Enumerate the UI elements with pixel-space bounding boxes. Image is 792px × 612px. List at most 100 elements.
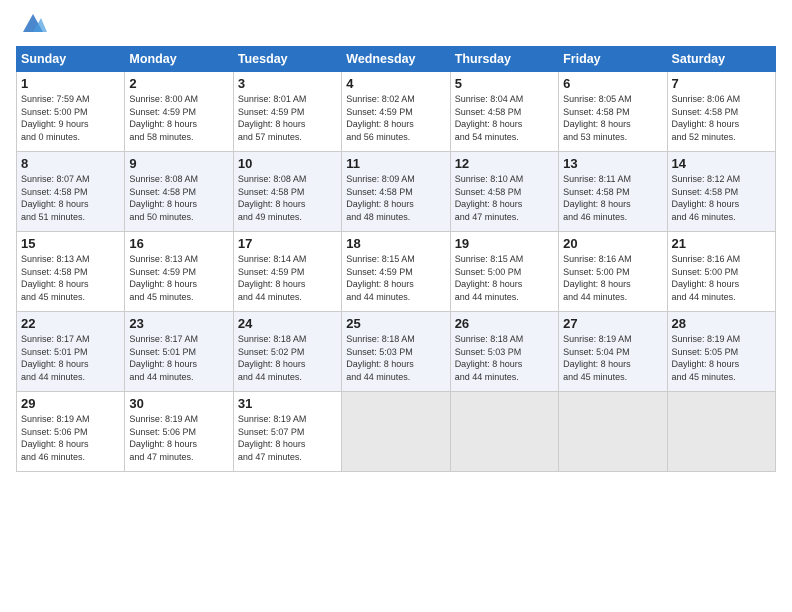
calendar-cell: 20 Sunrise: 8:16 AMSunset: 5:00 PMDayligh… <box>559 232 667 312</box>
calendar-cell <box>667 392 775 472</box>
day-info: Sunrise: 8:02 AMSunset: 4:59 PMDaylight:… <box>346 93 445 143</box>
day-info: Sunrise: 8:09 AMSunset: 4:58 PMDaylight:… <box>346 173 445 223</box>
day-number: 7 <box>672 76 771 91</box>
day-info: Sunrise: 8:07 AMSunset: 4:58 PMDaylight:… <box>21 173 120 223</box>
calendar-cell: 10 Sunrise: 8:08 AMSunset: 4:58 PMDayligh… <box>233 152 341 232</box>
main-container: SundayMondayTuesdayWednesdayThursdayFrid… <box>0 0 792 482</box>
day-info: Sunrise: 8:15 AMSunset: 4:59 PMDaylight:… <box>346 253 445 303</box>
day-info: Sunrise: 8:13 AMSunset: 4:58 PMDaylight:… <box>21 253 120 303</box>
calendar-cell: 8Sunrise: 8:07 AMSunset: 4:58 PMDaylight… <box>17 152 125 232</box>
header-cell-friday: Friday <box>559 47 667 72</box>
calendar-header-row: SundayMondayTuesdayWednesdayThursdayFrid… <box>17 47 776 72</box>
logo-icon <box>19 10 47 38</box>
day-number: 28 <box>672 316 771 331</box>
day-info: Sunrise: 8:19 AMSunset: 5:06 PMDaylight:… <box>21 413 120 463</box>
calendar-cell: 17 Sunrise: 8:14 AMSunset: 4:59 PMDayligh… <box>233 232 341 312</box>
day-number: 31 <box>238 396 337 411</box>
day-info: Sunrise: 8:13 AMSunset: 4:59 PMDaylight:… <box>129 253 228 303</box>
day-number: 3 <box>238 76 337 91</box>
day-info: Sunrise: 8:17 AMSunset: 5:01 PMDaylight:… <box>21 333 120 383</box>
logo <box>16 10 47 38</box>
day-number: 29 <box>21 396 120 411</box>
day-info: Sunrise: 8:14 AMSunset: 4:59 PMDaylight:… <box>238 253 337 303</box>
calendar-cell: 27 Sunrise: 8:19 AMSunset: 5:04 PMDayligh… <box>559 312 667 392</box>
day-info: Sunrise: 8:01 AMSunset: 4:59 PMDaylight:… <box>238 93 337 143</box>
day-info: Sunrise: 8:17 AMSunset: 5:01 PMDaylight:… <box>129 333 228 383</box>
day-info: Sunrise: 8:06 AMSunset: 4:58 PMDaylight:… <box>672 93 771 143</box>
header-cell-monday: Monday <box>125 47 233 72</box>
day-info: Sunrise: 8:16 AMSunset: 5:00 PMDaylight:… <box>672 253 771 303</box>
day-info: Sunrise: 8:19 AMSunset: 5:04 PMDaylight:… <box>563 333 662 383</box>
day-number: 16 <box>129 236 228 251</box>
day-number: 13 <box>563 156 662 171</box>
calendar-cell: 30Sunrise: 8:19 AMSunset: 5:06 PMDayligh… <box>125 392 233 472</box>
calendar-week-row: 15 Sunrise: 8:13 AMSunset: 4:58 PMDayligh… <box>17 232 776 312</box>
header-cell-sunday: Sunday <box>17 47 125 72</box>
calendar-cell: 23 Sunrise: 8:17 AMSunset: 5:01 PMDayligh… <box>125 312 233 392</box>
header-cell-tuesday: Tuesday <box>233 47 341 72</box>
calendar-cell: 15 Sunrise: 8:13 AMSunset: 4:58 PMDayligh… <box>17 232 125 312</box>
calendar-cell: 26Sunrise: 8:18 AMSunset: 5:03 PMDayligh… <box>450 312 558 392</box>
day-number: 27 <box>563 316 662 331</box>
calendar-cell: 16 Sunrise: 8:13 AMSunset: 4:59 PMDayligh… <box>125 232 233 312</box>
calendar-week-row: 29 Sunrise: 8:19 AMSunset: 5:06 PMDayligh… <box>17 392 776 472</box>
calendar-cell: 25Sunrise: 8:18 AMSunset: 5:03 PMDayligh… <box>342 312 450 392</box>
calendar-cell: 19Sunrise: 8:15 AMSunset: 5:00 PMDayligh… <box>450 232 558 312</box>
day-number: 4 <box>346 76 445 91</box>
day-info: Sunrise: 8:18 AMSunset: 5:02 PMDaylight:… <box>238 333 337 383</box>
day-info: Sunrise: 8:08 AMSunset: 4:58 PMDaylight:… <box>238 173 337 223</box>
day-number: 10 <box>238 156 337 171</box>
header-cell-thursday: Thursday <box>450 47 558 72</box>
day-number: 20 <box>563 236 662 251</box>
day-number: 17 <box>238 236 337 251</box>
day-info: Sunrise: 8:08 AMSunset: 4:58 PMDaylight:… <box>129 173 228 223</box>
calendar-body: 1Sunrise: 7:59 AMSunset: 5:00 PMDaylight… <box>17 72 776 472</box>
calendar-cell: 7 Sunrise: 8:06 AMSunset: 4:58 PMDaylight… <box>667 72 775 152</box>
day-info: Sunrise: 8:04 AMSunset: 4:58 PMDaylight:… <box>455 93 554 143</box>
day-number: 11 <box>346 156 445 171</box>
day-number: 18 <box>346 236 445 251</box>
day-info: Sunrise: 7:59 AMSunset: 5:00 PMDaylight:… <box>21 93 120 143</box>
day-number: 5 <box>455 76 554 91</box>
calendar-week-row: 8Sunrise: 8:07 AMSunset: 4:58 PMDaylight… <box>17 152 776 232</box>
calendar-cell: 28 Sunrise: 8:19 AMSunset: 5:05 PMDayligh… <box>667 312 775 392</box>
calendar-cell: 5 Sunrise: 8:04 AMSunset: 4:58 PMDaylight… <box>450 72 558 152</box>
day-info: Sunrise: 8:00 AMSunset: 4:59 PMDaylight:… <box>129 93 228 143</box>
day-number: 14 <box>672 156 771 171</box>
day-number: 15 <box>21 236 120 251</box>
calendar-cell: 13 Sunrise: 8:11 AMSunset: 4:58 PMDayligh… <box>559 152 667 232</box>
day-info: Sunrise: 8:16 AMSunset: 5:00 PMDaylight:… <box>563 253 662 303</box>
day-number: 23 <box>129 316 228 331</box>
header-cell-saturday: Saturday <box>667 47 775 72</box>
day-number: 6 <box>563 76 662 91</box>
calendar-cell: 6Sunrise: 8:05 AMSunset: 4:58 PMDaylight… <box>559 72 667 152</box>
calendar-cell: 31Sunrise: 8:19 AMSunset: 5:07 PMDayligh… <box>233 392 341 472</box>
calendar-cell: 1Sunrise: 7:59 AMSunset: 5:00 PMDaylight… <box>17 72 125 152</box>
calendar-cell: 29 Sunrise: 8:19 AMSunset: 5:06 PMDayligh… <box>17 392 125 472</box>
calendar-week-row: 22 Sunrise: 8:17 AMSunset: 5:01 PMDayligh… <box>17 312 776 392</box>
calendar-cell <box>342 392 450 472</box>
calendar-cell: 22 Sunrise: 8:17 AMSunset: 5:01 PMDayligh… <box>17 312 125 392</box>
calendar-cell: 21Sunrise: 8:16 AMSunset: 5:00 PMDayligh… <box>667 232 775 312</box>
day-info: Sunrise: 8:19 AMSunset: 5:05 PMDaylight:… <box>672 333 771 383</box>
day-info: Sunrise: 8:11 AMSunset: 4:58 PMDaylight:… <box>563 173 662 223</box>
calendar-table: SundayMondayTuesdayWednesdayThursdayFrid… <box>16 46 776 472</box>
calendar-cell: 18 Sunrise: 8:15 AMSunset: 4:59 PMDayligh… <box>342 232 450 312</box>
calendar-cell: 11 Sunrise: 8:09 AMSunset: 4:58 PMDayligh… <box>342 152 450 232</box>
header <box>16 10 776 38</box>
day-info: Sunrise: 8:18 AMSunset: 5:03 PMDaylight:… <box>455 333 554 383</box>
calendar-cell: 2Sunrise: 8:00 AMSunset: 4:59 PMDaylight… <box>125 72 233 152</box>
calendar-cell <box>450 392 558 472</box>
day-number: 12 <box>455 156 554 171</box>
day-info: Sunrise: 8:15 AMSunset: 5:00 PMDaylight:… <box>455 253 554 303</box>
day-number: 24 <box>238 316 337 331</box>
calendar-cell: 12 Sunrise: 8:10 AMSunset: 4:58 PMDayligh… <box>450 152 558 232</box>
calendar-cell: 9 Sunrise: 8:08 AMSunset: 4:58 PMDaylight… <box>125 152 233 232</box>
calendar-week-row: 1Sunrise: 7:59 AMSunset: 5:00 PMDaylight… <box>17 72 776 152</box>
day-info: Sunrise: 8:19 AMSunset: 5:06 PMDaylight:… <box>129 413 228 463</box>
calendar-cell: 24 Sunrise: 8:18 AMSunset: 5:02 PMDayligh… <box>233 312 341 392</box>
day-number: 9 <box>129 156 228 171</box>
calendar-cell: 3 Sunrise: 8:01 AMSunset: 4:59 PMDaylight… <box>233 72 341 152</box>
day-number: 22 <box>21 316 120 331</box>
day-info: Sunrise: 8:10 AMSunset: 4:58 PMDaylight:… <box>455 173 554 223</box>
